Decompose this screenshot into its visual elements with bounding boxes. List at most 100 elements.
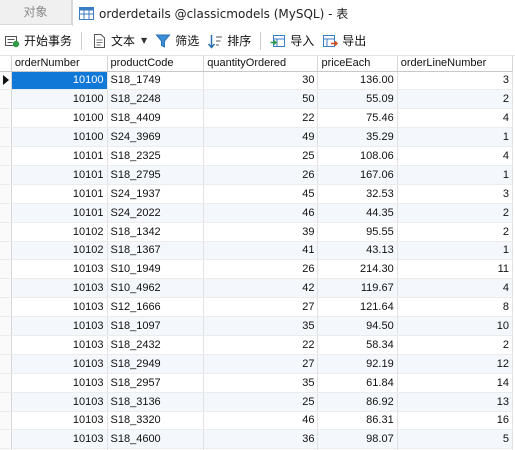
- row-indicator[interactable]: [0, 146, 12, 166]
- cell-productCode[interactable]: S12_1666: [107, 297, 205, 318]
- cell-priceEach[interactable]: 136.00: [317, 71, 398, 91]
- filter-button[interactable]: 筛选: [151, 29, 203, 53]
- cell-quantityOrdered[interactable]: 26: [203, 165, 319, 185]
- row-indicator[interactable]: [0, 127, 12, 148]
- row-indicator[interactable]: [0, 71, 12, 91]
- row-indicator[interactable]: [0, 373, 12, 393]
- table-row[interactable]: 10103 S18_3320 46 86.31 16: [0, 411, 514, 431]
- cell-quantityOrdered[interactable]: 45: [203, 184, 319, 204]
- cell-priceEach[interactable]: 86.31: [317, 411, 398, 431]
- data-grid[interactable]: orderNumber productCode quantityOrdered …: [0, 56, 515, 450]
- cell-priceEach[interactable]: 92.19: [317, 354, 398, 374]
- cell-quantityOrdered[interactable]: 42: [203, 278, 319, 299]
- cell-productCode[interactable]: S18_2957: [107, 373, 205, 393]
- cell-orderLineNumber[interactable]: 13: [397, 392, 514, 412]
- cell-orderLineNumber[interactable]: 14: [397, 373, 514, 393]
- cell-priceEach[interactable]: 214.30: [317, 259, 398, 280]
- row-indicator[interactable]: [0, 165, 12, 185]
- cell-quantityOrdered[interactable]: 41: [203, 241, 319, 261]
- cell-orderNumber[interactable]: 10103: [11, 354, 108, 374]
- row-indicator[interactable]: [0, 203, 12, 223]
- cell-productCode[interactable]: S10_1949: [107, 259, 205, 280]
- cell-orderLineNumber[interactable]: 2: [397, 335, 514, 355]
- cell-orderLineNumber[interactable]: 5: [397, 429, 514, 450]
- table-row[interactable]: 10100 S24_3969 49 35.29 1: [0, 127, 514, 148]
- cell-priceEach[interactable]: 61.84: [317, 373, 398, 393]
- cell-productCode[interactable]: S18_3320: [107, 411, 205, 431]
- cell-quantityOrdered[interactable]: 22: [203, 335, 319, 355]
- cell-priceEach[interactable]: 119.67: [317, 278, 398, 299]
- cell-quantityOrdered[interactable]: 35: [203, 373, 319, 393]
- cell-quantityOrdered[interactable]: 35: [203, 316, 319, 336]
- cell-priceEach[interactable]: 121.64: [317, 297, 398, 318]
- cell-orderLineNumber[interactable]: 12: [397, 354, 514, 374]
- cell-orderLineNumber[interactable]: 2: [397, 89, 514, 110]
- row-indicator[interactable]: [0, 411, 12, 431]
- cell-productCode[interactable]: S18_2795: [107, 165, 205, 185]
- cell-orderNumber[interactable]: 10101: [11, 165, 108, 185]
- cell-productCode[interactable]: S18_4409: [107, 108, 205, 129]
- tab-orderdetails-table[interactable]: orderdetails @classicmodels (MySQL) - 表: [72, 0, 515, 26]
- row-indicator[interactable]: [0, 89, 12, 110]
- cell-orderNumber[interactable]: 10103: [11, 297, 108, 318]
- cell-quantityOrdered[interactable]: 26: [203, 259, 319, 280]
- cell-orderNumber[interactable]: 10101: [11, 184, 108, 204]
- table-row[interactable]: 10103 S10_1949 26 214.30 11: [0, 259, 514, 280]
- cell-orderNumber[interactable]: 10100: [11, 108, 108, 129]
- row-indicator[interactable]: [0, 316, 12, 336]
- cell-priceEach[interactable]: 32.53: [317, 184, 398, 204]
- cell-orderLineNumber[interactable]: 8: [397, 297, 514, 318]
- column-header[interactable]: orderLineNumber: [397, 56, 514, 72]
- cell-productCode[interactable]: S18_2949: [107, 354, 205, 374]
- row-indicator[interactable]: [0, 259, 12, 280]
- column-header[interactable]: priceEach: [317, 56, 398, 72]
- cell-priceEach[interactable]: 95.55: [317, 222, 398, 242]
- cell-orderNumber[interactable]: 10100: [11, 89, 108, 110]
- cell-orderLineNumber[interactable]: 10: [397, 316, 514, 336]
- cell-priceEach[interactable]: 75.46: [317, 108, 398, 129]
- table-row[interactable]: 10101 S18_2325 25 108.06 4: [0, 146, 514, 166]
- column-header[interactable]: quantityOrdered: [203, 56, 319, 72]
- import-button[interactable]: 导入: [266, 29, 318, 53]
- cell-productCode[interactable]: S18_4600: [107, 429, 205, 450]
- cell-orderLineNumber[interactable]: 4: [397, 146, 514, 166]
- cell-productCode[interactable]: S18_3136: [107, 392, 205, 412]
- cell-quantityOrdered[interactable]: 25: [203, 146, 319, 166]
- begin-transaction-button[interactable]: 开始事务: [0, 29, 76, 53]
- cell-orderLineNumber[interactable]: 2: [397, 222, 514, 242]
- cell-orderNumber[interactable]: 10103: [11, 373, 108, 393]
- cell-productCode[interactable]: S10_4962: [107, 278, 205, 299]
- cell-orderNumber[interactable]: 10103: [11, 259, 108, 280]
- cell-quantityOrdered[interactable]: 22: [203, 108, 319, 129]
- cell-priceEach[interactable]: 98.07: [317, 429, 398, 450]
- cell-orderLineNumber[interactable]: 1: [397, 241, 514, 261]
- cell-productCode[interactable]: S24_1937: [107, 184, 205, 204]
- text-view-button[interactable]: 文本 ▼: [87, 29, 151, 53]
- cell-priceEach[interactable]: 58.34: [317, 335, 398, 355]
- cell-priceEach[interactable]: 44.35: [317, 203, 398, 223]
- cell-orderNumber[interactable]: 10100: [11, 127, 108, 148]
- cell-orderLineNumber[interactable]: 16: [397, 411, 514, 431]
- export-button[interactable]: 导出: [318, 29, 370, 53]
- table-row[interactable]: 10103 S18_2957 35 61.84 14: [0, 373, 514, 393]
- cell-quantityOrdered[interactable]: 27: [203, 297, 319, 318]
- cell-orderLineNumber[interactable]: 1: [397, 165, 514, 185]
- cell-orderLineNumber[interactable]: 1: [397, 127, 514, 148]
- cell-priceEach[interactable]: 86.92: [317, 392, 398, 412]
- cell-orderLineNumber[interactable]: 2: [397, 203, 514, 223]
- cell-productCode[interactable]: S24_3969: [107, 127, 205, 148]
- row-indicator[interactable]: [0, 335, 12, 355]
- cell-quantityOrdered[interactable]: 46: [203, 203, 319, 223]
- cell-quantityOrdered[interactable]: 36: [203, 429, 319, 450]
- cell-productCode[interactable]: S18_1342: [107, 222, 205, 242]
- cell-orderNumber[interactable]: 10103: [11, 411, 108, 431]
- cell-quantityOrdered[interactable]: 50: [203, 89, 319, 110]
- cell-orderLineNumber[interactable]: 11: [397, 259, 514, 280]
- cell-orderNumber[interactable]: 10102: [11, 222, 108, 242]
- cell-quantityOrdered[interactable]: 27: [203, 354, 319, 374]
- table-row[interactable]: 10103 S18_4600 36 98.07 5: [0, 429, 514, 450]
- table-row[interactable]: 10102 S18_1342 39 95.55 2: [0, 222, 514, 242]
- table-row[interactable]: 10100 S18_2248 50 55.09 2: [0, 89, 514, 110]
- row-indicator[interactable]: [0, 108, 12, 129]
- cell-orderNumber[interactable]: 10103: [11, 392, 108, 412]
